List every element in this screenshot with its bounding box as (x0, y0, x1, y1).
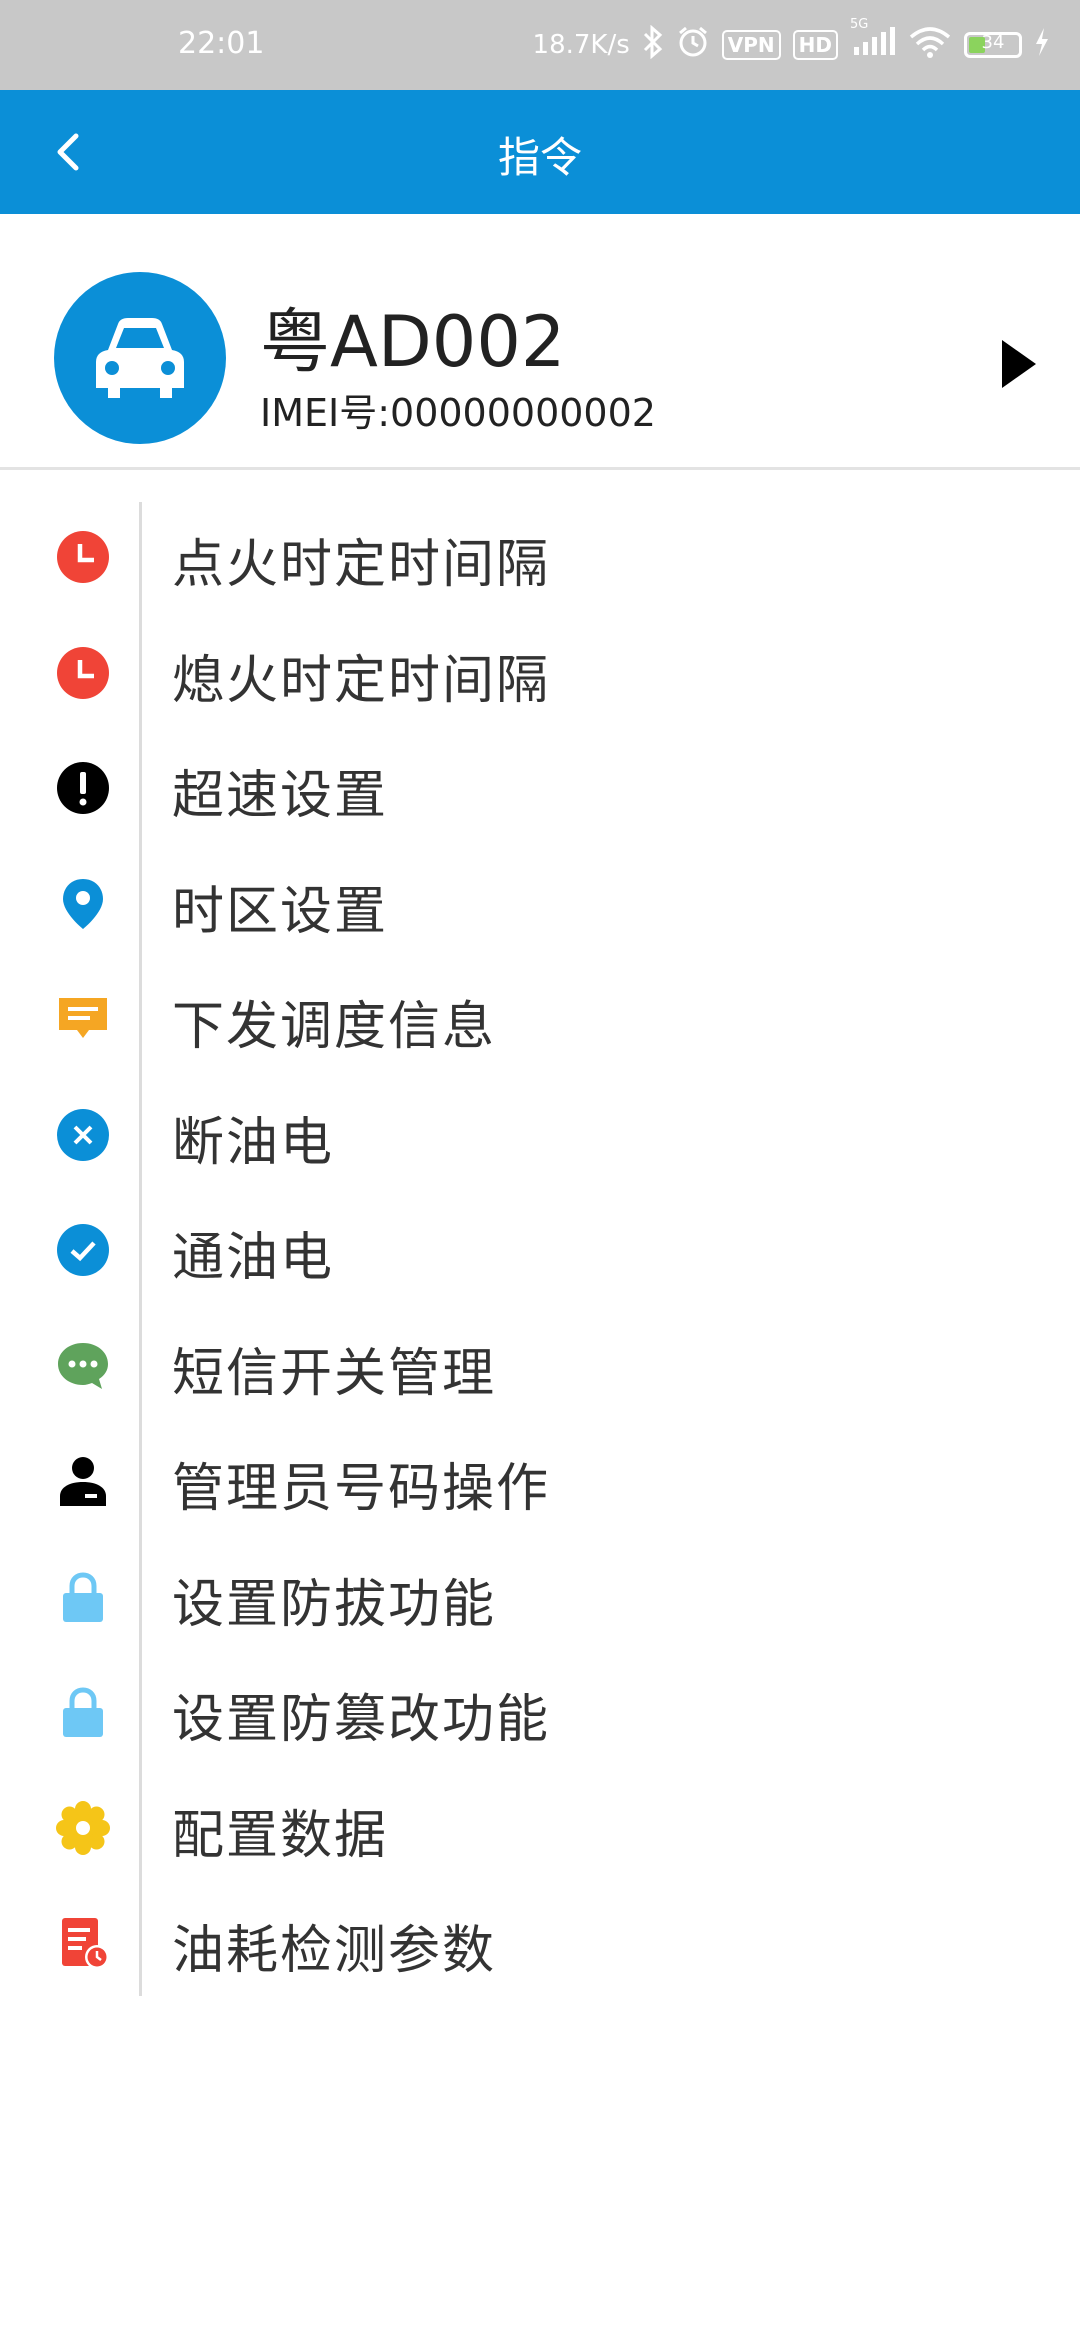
clock-icon (57, 646, 109, 699)
vehicle-avatar (54, 272, 226, 444)
command-overspeed[interactable]: 超速设置 (0, 731, 1080, 847)
command-config-data[interactable]: 配置数据 (0, 1771, 1080, 1887)
vpn-badge: VPN (721, 30, 781, 60)
command-anti-tamper[interactable]: 设置防篡改功能 (0, 1655, 1080, 1771)
check-circle-icon (57, 1224, 109, 1276)
command-flameout-interval[interactable]: 熄火时定时间隔 (0, 616, 1080, 732)
command-label: 时区设置 (172, 881, 389, 942)
lock-icon (63, 1571, 103, 1622)
bluetooth-icon (642, 24, 664, 66)
command-label: 超速设置 (172, 766, 389, 826)
command-admin-number[interactable]: 管理员号码操作 (0, 1424, 1080, 1540)
vehicle-imei: IMEI号:00000000002 (260, 391, 656, 435)
command-timezone[interactable]: 时区设置 (0, 847, 1080, 963)
charging-icon (1034, 27, 1050, 64)
app-bar: 指令 (0, 90, 1080, 214)
wifi-icon (908, 26, 952, 65)
command-label: 配置数据 (172, 1805, 389, 1866)
lock-icon (63, 1687, 103, 1737)
command-label: 油耗检测参数 (172, 1921, 497, 1981)
status-icons: 18.7K/s VPN HD 5G 34 (532, 17, 1050, 68)
vehicle-select-button[interactable] (992, 328, 1044, 400)
command-label: 断油电 (172, 1112, 335, 1173)
admin-user-icon (60, 1457, 106, 1506)
command-sms-switch[interactable]: 短信开关管理 (0, 1309, 1080, 1425)
command-label: 管理员号码操作 (172, 1459, 551, 1519)
signal-icon: 5G (850, 17, 896, 64)
command-anti-unplug[interactable]: 设置防拔功能 (0, 1540, 1080, 1656)
command-label: 通油电 (172, 1228, 335, 1288)
status-bar: 22:01 18.7K/s VPN HD 5G 34 (0, 0, 1080, 90)
battery-level: 34 (981, 32, 1005, 53)
command-label: 设置防篡改功能 (172, 1690, 551, 1750)
command-label: 下发调度信息 (172, 997, 497, 1057)
command-ignition-interval[interactable]: 点火时定时间隔 (0, 500, 1080, 616)
alert-icon (57, 762, 109, 814)
page-title: 指令 (497, 133, 582, 182)
play-arrow-icon (1002, 340, 1036, 388)
report-icon (62, 1918, 109, 1969)
command-fuel-detection[interactable]: 油耗检测参数 (0, 1886, 1080, 2002)
location-pin-icon (63, 878, 103, 929)
gear-icon (56, 1800, 110, 1855)
command-label: 熄火时定时间隔 (172, 650, 551, 711)
hd-badge: HD (792, 30, 838, 60)
signal-label: 5G (850, 16, 869, 32)
command-dispatch-message[interactable]: 下发调度信息 (0, 962, 1080, 1078)
vehicle-plate: 粤AD002 (260, 301, 566, 383)
car-icon (96, 318, 184, 398)
command-cut-oil-power[interactable]: 断油电 (0, 1078, 1080, 1194)
command-label: 点火时定时间隔 (172, 535, 551, 595)
command-label: 短信开关管理 (172, 1343, 497, 1404)
net-speed: 18.7K/s (532, 30, 630, 60)
command-list: 点火时定时间隔 熄火时定时间隔 超速设置 时区设置 下发调度信息 断油电 通油电… (0, 500, 1080, 2002)
battery-icon: 34 (964, 32, 1022, 58)
command-label: 设置防拔功能 (172, 1574, 497, 1635)
cross-circle-icon (57, 1108, 109, 1161)
command-restore-oil-power[interactable]: 通油电 (0, 1193, 1080, 1309)
chat-bubble-icon (58, 1342, 108, 1389)
alarm-icon (676, 25, 710, 66)
message-icon (59, 998, 107, 1038)
clock-icon (57, 531, 109, 583)
status-time: 22:01 (178, 26, 265, 61)
vehicle-header[interactable]: 粤AD002 IMEI号:00000000002 (0, 214, 1080, 470)
